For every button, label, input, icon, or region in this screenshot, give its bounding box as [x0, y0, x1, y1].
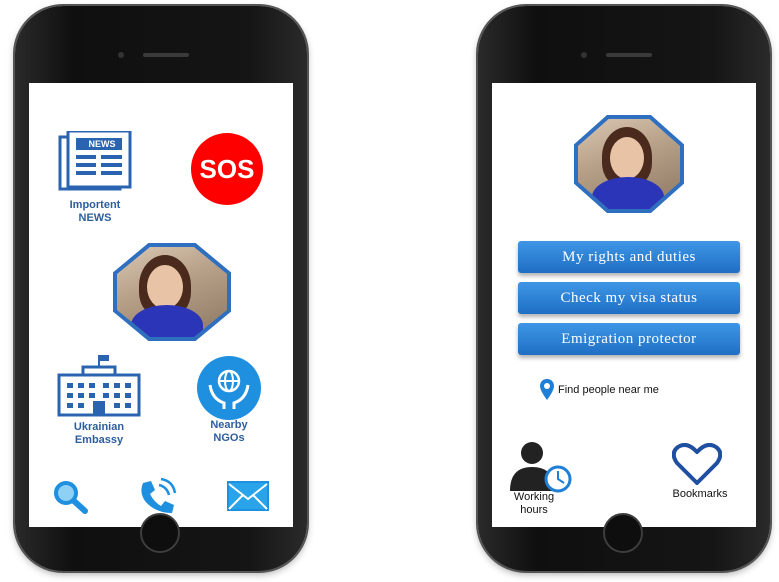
embassy-label-line2: Embassy	[74, 434, 124, 446]
find-people-link[interactable]: Find people near me	[540, 379, 740, 403]
working-hours-line1: Working	[513, 491, 555, 503]
profile-screen: My rights and duties Check my visa statu…	[492, 83, 756, 527]
front-camera	[118, 52, 124, 58]
location-pin-icon	[540, 379, 554, 400]
visa-status-button[interactable]: Check my visa status	[518, 282, 740, 314]
ngo-label-line2: NGOs	[213, 432, 245, 444]
embassy-button[interactable]: Ukrainian Embassy	[49, 353, 149, 453]
heart-icon	[672, 443, 722, 485]
home-button[interactable]	[603, 513, 643, 553]
news-label-line1: Importent	[69, 199, 121, 211]
person-clock-icon	[510, 442, 572, 493]
phone-left: NEWS Importent NEWS SOS Ukrainian Embass…	[15, 6, 307, 571]
news-icon-text: NEWS	[88, 139, 116, 149]
bookmarks-label: Bookmarks	[672, 488, 728, 500]
embassy-label: Ukrainian Embassy	[49, 421, 149, 447]
home-button[interactable]	[140, 513, 180, 553]
speaker	[606, 53, 652, 57]
emigration-protector-button[interactable]: Emigration protector	[518, 323, 740, 355]
ngo-label: Nearby NGOs	[189, 419, 269, 445]
ngo-label-line1: Nearby	[210, 419, 248, 431]
hands-globe-icon	[197, 356, 261, 420]
front-camera	[581, 52, 587, 58]
sos-button[interactable]: SOS	[191, 133, 263, 205]
mail-icon[interactable]	[227, 481, 269, 511]
rights-duties-button[interactable]: My rights and duties	[518, 241, 740, 273]
news-label-line2: NEWS	[78, 212, 112, 224]
news-label: Importent NEWS	[55, 199, 135, 225]
working-hours-label: Working hours	[506, 491, 562, 517]
ngo-button[interactable]: Nearby NGOs	[189, 355, 269, 455]
sos-label: SOS	[199, 154, 255, 184]
working-hours-button[interactable]: Working hours	[506, 439, 576, 525]
embassy-icon	[57, 355, 141, 417]
news-button[interactable]: NEWS Importent NEWS	[55, 131, 135, 241]
bookmarks-button[interactable]: Bookmarks	[660, 443, 740, 503]
home-screen: NEWS Importent NEWS SOS Ukrainian Embass…	[29, 83, 293, 527]
find-people-label: Find people near me	[558, 384, 659, 396]
working-hours-line2: hours	[520, 504, 548, 516]
phone-icon[interactable]	[137, 477, 177, 515]
search-icon[interactable]	[51, 479, 91, 515]
avatar[interactable]	[113, 243, 231, 341]
speaker	[143, 53, 189, 57]
avatar[interactable]	[574, 115, 684, 213]
embassy-label-line1: Ukrainian	[73, 421, 125, 433]
phone-right: My rights and duties Check my visa statu…	[478, 6, 770, 571]
